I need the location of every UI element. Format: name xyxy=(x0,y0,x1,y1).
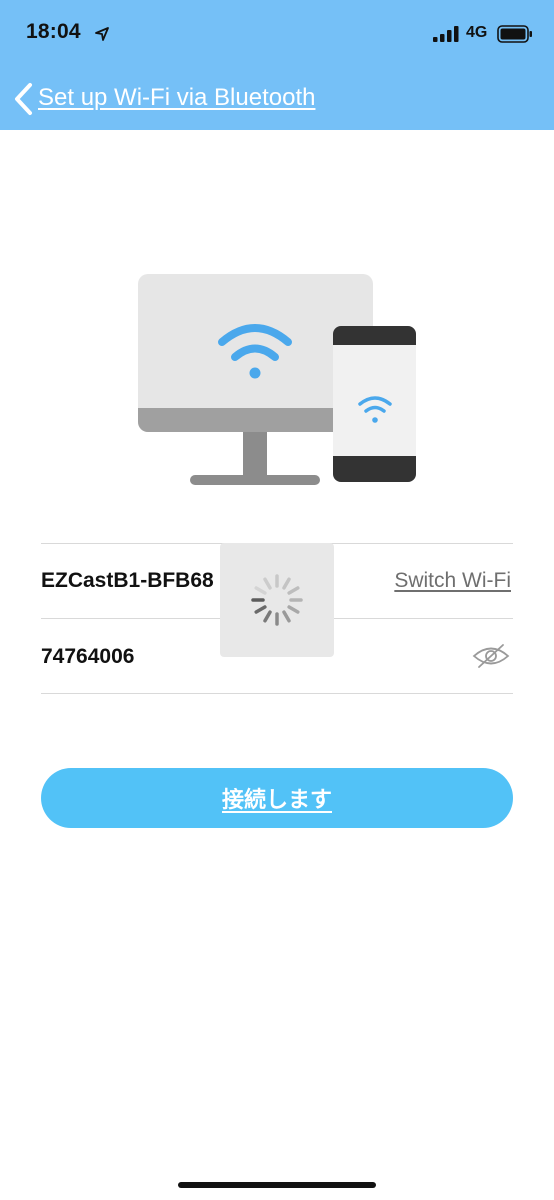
cellular-signal-icon xyxy=(433,26,459,42)
chevron-left-icon[interactable] xyxy=(12,82,36,116)
connect-button-label: 接続します xyxy=(221,787,332,812)
status-time: 18:04 xyxy=(26,20,81,43)
home-indicator xyxy=(178,1182,376,1188)
phone-icon xyxy=(333,326,416,482)
wifi-ssid-value: EZCastB1-BFB68 xyxy=(41,569,214,592)
spinner-icon xyxy=(251,574,303,626)
divider xyxy=(41,693,513,694)
network-type: 4G xyxy=(466,24,488,41)
loading-overlay xyxy=(220,543,334,657)
connect-button[interactable]: 接続します xyxy=(41,768,513,828)
wifi-password-value: 74764006 xyxy=(41,645,135,668)
wifi-setup-illustration xyxy=(138,274,416,485)
location-arrow-icon xyxy=(95,27,109,41)
page-title[interactable]: Set up Wi-Fi via Bluetooth xyxy=(38,84,315,112)
switch-wifi-link[interactable]: Switch Wi-Fi xyxy=(394,569,511,593)
navigation-bar: 18:04 4G Set up Wi-Fi via Bluetooth xyxy=(0,0,554,130)
eye-hidden-icon[interactable] xyxy=(471,642,511,670)
battery-icon xyxy=(497,25,532,43)
